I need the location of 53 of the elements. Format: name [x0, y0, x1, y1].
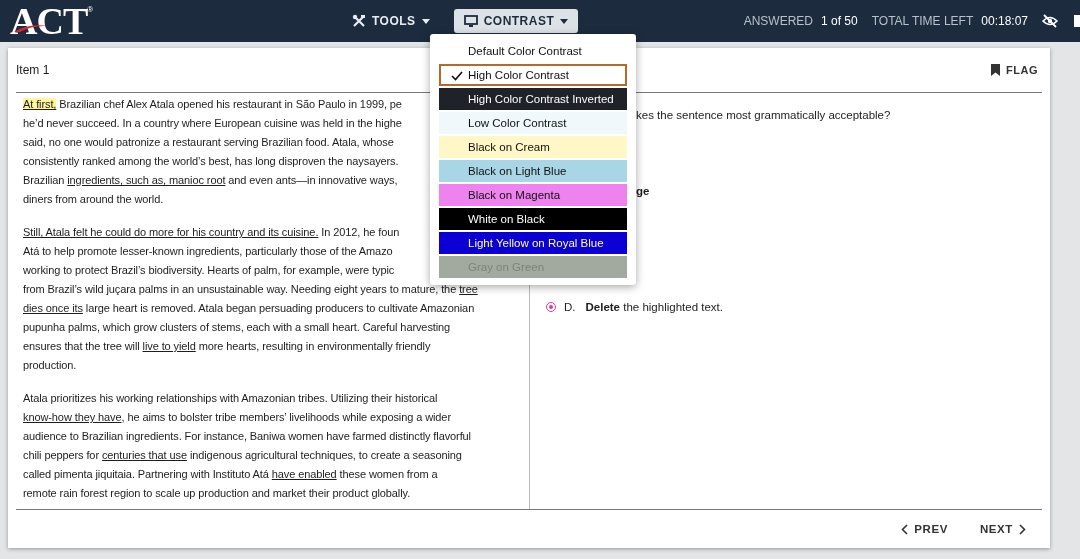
- time-left-label: TOTAL TIME LEFT: [871, 14, 974, 28]
- passage-line: dies once its large heart is removed. Atala began persuading producers to cultivate Amazonian: [23, 301, 475, 316]
- bookmark-icon: [991, 64, 1001, 76]
- tools-button[interactable]: TOOLS: [342, 9, 440, 33]
- passage-line: he’d never succeed. In a country where European cuisine was held in the highe: [23, 116, 402, 131]
- passage-line: know-how they have, he aims to bolster tribe members’ livelihoods while exposing a wider: [23, 410, 451, 425]
- monitor-icon: [463, 15, 478, 27]
- passage-line: from Brazil’s wild juçara palms in an unsustainable way. Needing eight years to mature, the tree: [23, 282, 478, 297]
- contrast-option[interactable]: Black on Light Blue: [439, 160, 627, 182]
- tools-icon: [352, 14, 366, 28]
- passage-line: remote rain forest region to scale up production and market their product globally.: [23, 486, 411, 501]
- caret-icon: [560, 18, 569, 24]
- passage-line: At first, Brazilian chef Alex Atala opened his restaurant in São Paulo in 1999, pe: [23, 97, 402, 112]
- question-text: kes the sentence most grammatically acceptable?: [636, 109, 892, 121]
- hide-eye-icon[interactable]: [1042, 14, 1058, 28]
- passage-line: working to protect Brazil’s biodiversity. Hearts of palm, for example, were typic: [23, 263, 395, 278]
- contrast-option[interactable]: Light Yellow on Royal Blue: [439, 232, 627, 254]
- check-icon: [451, 71, 463, 81]
- passage-line: called pimenta jiquitaia. Partnering with Instituto Atá have enabled these women from a: [23, 467, 438, 482]
- contrast-option[interactable]: Black on Magenta: [439, 184, 627, 206]
- caret-icon: [421, 18, 430, 24]
- prev-button[interactable]: PREV: [895, 522, 954, 536]
- time-left: 00:18:07: [981, 14, 1028, 28]
- contrast-option[interactable]: High Color Contrast Inverted: [439, 88, 627, 110]
- answer-option[interactable]: Delete the highlighted text.: [585, 301, 723, 313]
- contrast-option[interactable]: Low Color Contrast: [439, 112, 627, 134]
- passage-line: said, no one would patronize a restaurant serving Brazilian food. Atala, whose: [23, 135, 394, 150]
- passage-line: ensures that the tree will live to yield more hearts, resulting in environmentally friendly: [23, 339, 431, 354]
- passage-line: chili peppers for centuries that use indigenous agricultural techniques, to create a seasoning: [23, 448, 462, 463]
- passage-line: production.: [23, 358, 77, 373]
- registered-mark: ®: [87, 5, 94, 14]
- passage-line: consistently ranked among the world’s best, has long disproven the naysayers.: [23, 154, 399, 169]
- passage-line: Brazilian ingredients, such as, manioc root and even ants—in innovative ways,: [23, 173, 398, 188]
- next-button[interactable]: NEXT: [973, 522, 1032, 536]
- contrast-option[interactable]: Black on Cream: [439, 136, 627, 158]
- contrast-button[interactable]: CONTRAST: [453, 9, 579, 33]
- answer-option-text: ge: [636, 185, 651, 197]
- answered-label: ANSWERED: [743, 14, 813, 28]
- passage-line: Still, Atala felt he could do more for his country and its cuisine. In 2012, he foun: [23, 225, 400, 240]
- chevron-right-icon: [1019, 523, 1026, 535]
- item-title: Item 1: [16, 63, 50, 77]
- contrast-option[interactable]: White on Black: [439, 208, 627, 230]
- answered-count: 1 of 50: [821, 14, 858, 28]
- act-logo: ACT: [10, 2, 88, 40]
- flag-button[interactable]: FLAG: [987, 62, 1042, 78]
- passage-line: Atala prioritizes his working relationships with Amazonian tribes. Utilizing their historical: [23, 391, 438, 406]
- chevron-left-icon: [901, 523, 909, 535]
- passage-line: pupunha palms, which grow clusters of stems, each with a small heart. Careful harvesting: [23, 320, 451, 335]
- passage-line: Atá to help promote lesser-known ingredients, particularly those of the Amazo: [23, 244, 393, 259]
- passage-line: audience to Brazilian ingredients. For instance, Baniwa women have farmed distinctly flavorful: [23, 429, 471, 444]
- contrast-option[interactable]: High Color Contrast: [439, 64, 627, 86]
- option-letter: D.: [564, 301, 576, 313]
- passage-line: diners from around the world.: [23, 192, 164, 207]
